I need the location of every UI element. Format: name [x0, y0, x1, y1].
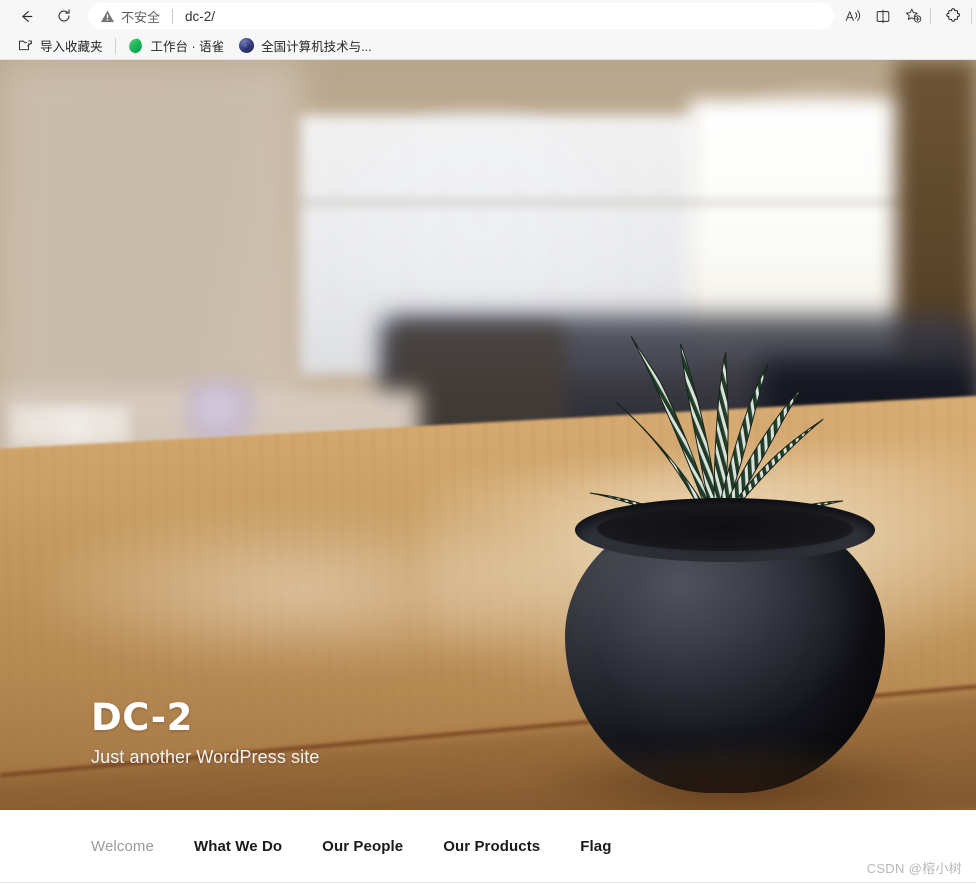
yuque-icon	[127, 37, 144, 54]
toolbar-divider	[930, 8, 931, 24]
bookmark-label: 导入收藏夹	[40, 40, 103, 54]
hero-potted-plant	[505, 258, 925, 810]
warning-triangle-icon	[100, 9, 115, 24]
add-favorite-button[interactable]	[898, 2, 928, 30]
back-button[interactable]	[12, 2, 40, 30]
watermark-text: CSDN @榕小树	[866, 861, 962, 876]
hero-bokeh-lights	[10, 405, 130, 447]
nav-item-our-people[interactable]: Our People	[322, 838, 403, 855]
nav-item-our-products[interactable]: Our Products	[443, 838, 540, 855]
nav-item-what-we-do[interactable]: What We Do	[194, 838, 282, 855]
read-aloud-icon	[844, 8, 863, 25]
import-folder-icon	[17, 38, 33, 54]
page-bottom-rule	[0, 882, 976, 883]
site-description: Just another WordPress site	[91, 747, 320, 767]
read-aloud-button[interactable]	[838, 2, 868, 30]
add-favorite-icon	[904, 7, 923, 25]
extensions-button[interactable]	[939, 2, 969, 30]
nav-list: Welcome What We Do Our People Our Produc…	[91, 838, 652, 855]
bookmarks-divider	[114, 37, 116, 54]
browser-toolbar: 不安全 dc-2/	[0, 0, 976, 32]
bookmarks-bar: 导入收藏夹 工作台 · 语雀 全国计算机技术与...	[0, 32, 976, 60]
bookmark-yuque-workbench[interactable]: 工作台 · 语雀	[121, 35, 232, 57]
ncre-icon	[238, 38, 254, 54]
toolbar-right-divider	[971, 8, 972, 24]
reload-button[interactable]	[50, 2, 78, 30]
back-arrow-icon	[18, 8, 35, 25]
address-url-text[interactable]: dc-2/	[185, 9, 824, 24]
site-navigation: Welcome What We Do Our People Our Produc…	[0, 810, 976, 883]
split-screen-icon	[874, 8, 892, 25]
hero-window-mullion	[300, 200, 920, 205]
page-viewport: DC-2 Just another WordPress site Welcome…	[0, 60, 976, 883]
hero-text-block: DC-2 Just another WordPress site	[91, 696, 320, 768]
bookmark-label: 全国计算机技术与...	[261, 40, 372, 54]
toolbar-actions	[838, 3, 976, 29]
split-screen-button[interactable]	[868, 2, 898, 30]
browser-chrome: 不安全 dc-2/ 导入收藏夹 工作台 · 语雀 全国计算机技术与...	[0, 0, 976, 60]
nav-item-welcome[interactable]: Welcome	[91, 838, 154, 855]
extensions-icon	[945, 7, 963, 25]
address-bar[interactable]: 不安全 dc-2/	[88, 3, 834, 29]
bookmark-ncre-site[interactable]: 全国计算机技术与...	[231, 35, 378, 57]
site-title: DC-2	[91, 696, 193, 740]
plant-pot-shadow	[545, 748, 925, 810]
hero-table-highlight-secondary	[40, 515, 560, 665]
address-divider	[172, 8, 174, 24]
bookmark-import-favorites[interactable]: 导入收藏夹	[10, 35, 110, 57]
bookmark-label: 工作台 · 语雀	[150, 40, 225, 54]
reload-icon	[56, 8, 72, 24]
nav-item-flag[interactable]: Flag	[580, 838, 611, 855]
plant-pot-soil	[597, 507, 853, 551]
hero-banner: DC-2 Just another WordPress site	[0, 60, 976, 810]
security-label: 不安全	[121, 9, 161, 25]
